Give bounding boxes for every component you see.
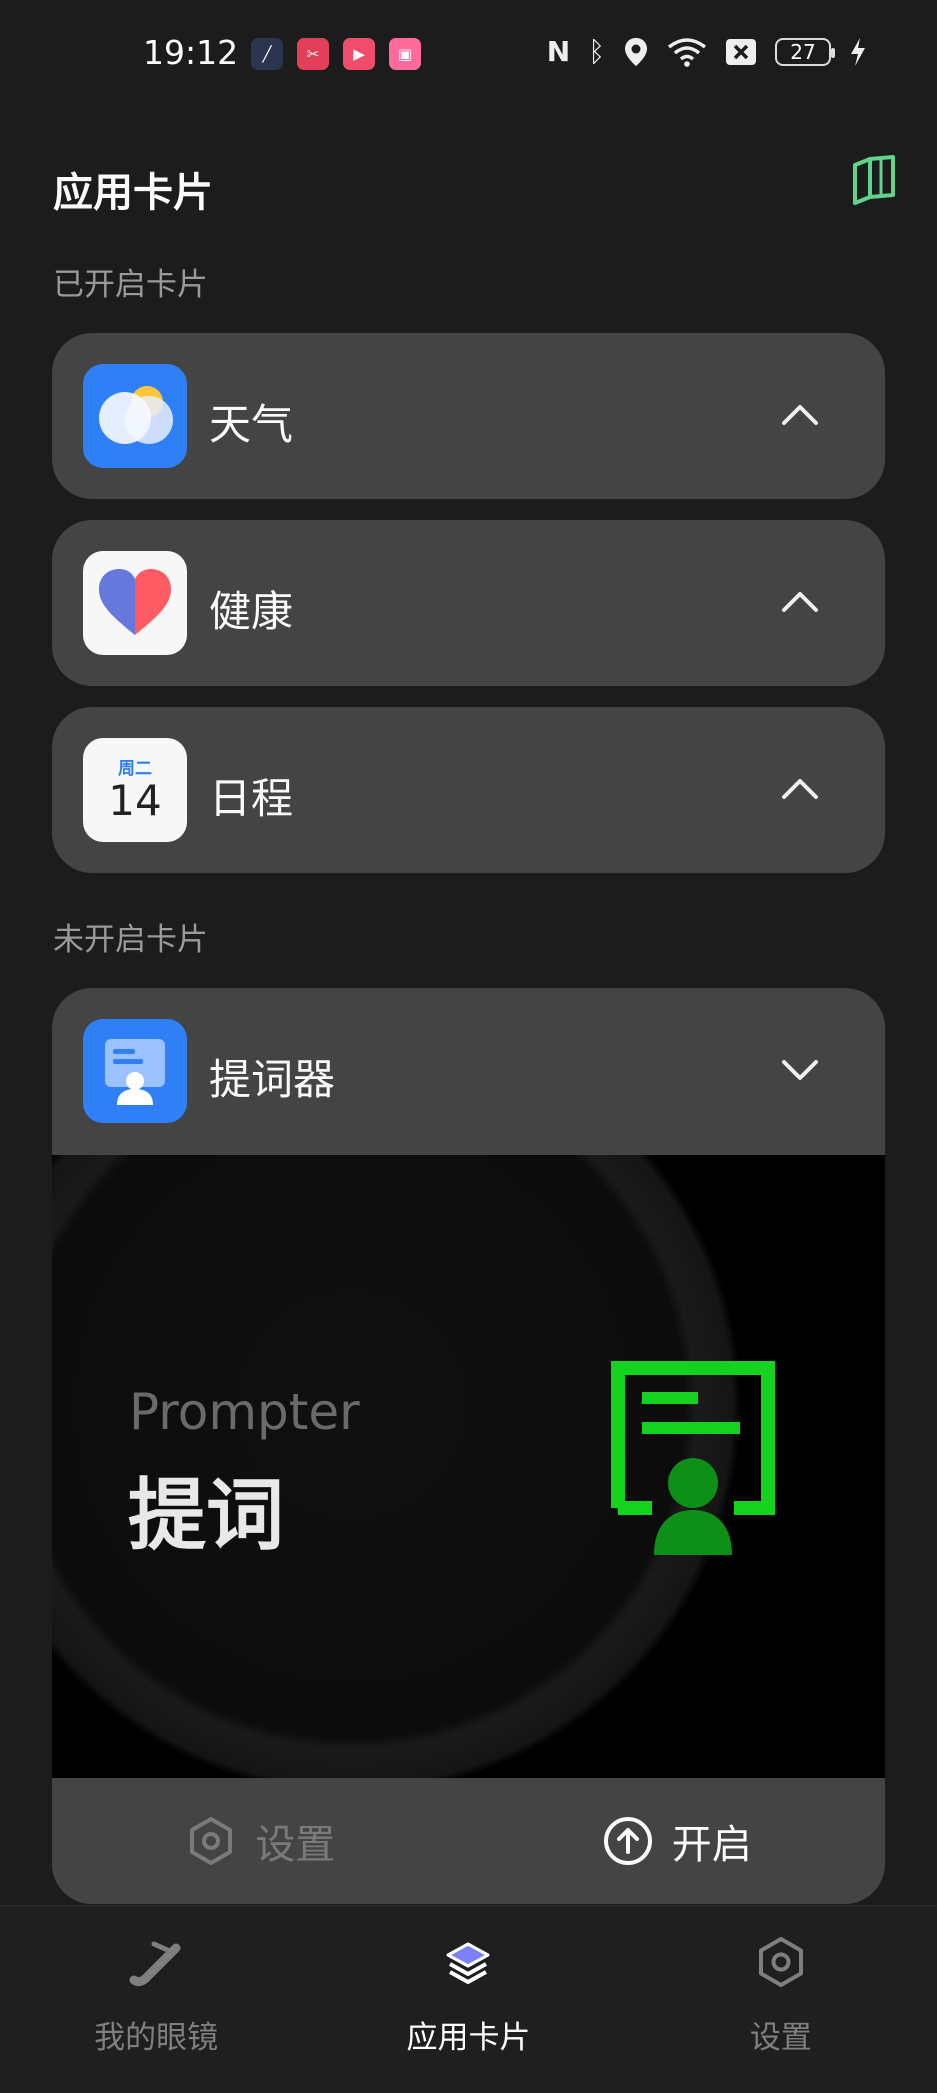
battery-icon: 27	[775, 38, 835, 66]
status-time: 19:12	[143, 33, 239, 72]
calendar-day: 14	[108, 776, 162, 825]
card-weather[interactable]: 天气	[52, 333, 885, 499]
chevron-down-icon[interactable]	[780, 1050, 820, 1090]
page-title: 应用卡片	[53, 170, 213, 216]
prompter-graphic-icon	[611, 1361, 775, 1555]
card-health[interactable]: 健康	[52, 520, 885, 686]
nfc-icon: N	[546, 35, 571, 68]
app-cards-icon	[446, 1942, 490, 1984]
card-prompter: 提词器 Prompter 提词 设置 开启	[52, 988, 885, 1904]
notification-icons: ╱ ✂ ▶ ▣	[251, 38, 421, 70]
upload-circle-icon	[603, 1817, 652, 1865]
card-settings-button[interactable]: 设置	[52, 1778, 469, 1904]
chevron-up-icon[interactable]	[780, 582, 820, 622]
glasses-app-notification-icon: ╱	[251, 38, 283, 70]
card-enable-label: 开启	[671, 1822, 752, 1868]
card-settings-label: 设置	[255, 1822, 336, 1868]
prompter-icon	[83, 1019, 187, 1123]
status-bar: 19:12 ╱ ✂ ▶ ▣ N ᛒ 27	[0, 0, 937, 108]
tab-my-glasses[interactable]: 我的眼镜	[0, 1906, 312, 2093]
card-prompter-header[interactable]: 提词器	[52, 988, 885, 1154]
sim-off-icon	[726, 39, 756, 65]
card-schedule[interactable]: 周二 14 日程	[52, 707, 885, 873]
card-label-prompter: 提词器	[209, 1055, 336, 1104]
health-heart-icon	[83, 551, 187, 655]
weather-icon	[83, 364, 187, 468]
location-icon	[625, 38, 647, 66]
tab-app-cards[interactable]: 应用卡片	[312, 1906, 624, 2093]
scissor-app-notification-icon: ✂	[297, 38, 329, 70]
bottom-nav: 我的眼镜 应用卡片 设置	[0, 1905, 937, 2093]
settings-hex-icon	[758, 1937, 803, 1987]
preview-title-cn: 提词	[128, 1471, 285, 1561]
card-enable-button[interactable]: 开启	[469, 1778, 886, 1904]
bluetooth-icon: ᛒ	[588, 35, 605, 68]
glasses-icon	[129, 1941, 181, 1987]
status-indicators: N ᛒ 27	[547, 36, 867, 68]
charging-icon	[851, 38, 865, 66]
enabled-section-label: 已开启卡片	[53, 267, 208, 303]
bilibili-notification-icon: ▣	[389, 38, 421, 70]
card-label-weather: 天气	[209, 400, 294, 449]
card-label-schedule: 日程	[209, 774, 294, 823]
nav-label-settings: 设置	[749, 2020, 812, 2056]
chevron-up-icon[interactable]	[780, 395, 820, 435]
prompter-preview: Prompter 提词	[52, 1155, 885, 1778]
disabled-section-label: 未开启卡片	[53, 922, 208, 958]
wifi-icon	[667, 38, 707, 67]
chevron-up-icon[interactable]	[780, 769, 820, 809]
play-app-notification-icon: ▶	[343, 38, 375, 70]
preview-title-en: Prompter	[129, 1383, 360, 1441]
tab-settings[interactable]: 设置	[625, 1906, 937, 2093]
nav-label-app-cards: 应用卡片	[406, 2020, 531, 2056]
battery-level: 27	[790, 40, 816, 64]
card-actions: 设置 开启	[52, 1778, 885, 1904]
card-label-health: 健康	[209, 587, 294, 636]
nav-label-my-glasses: 我的眼镜	[94, 2020, 219, 2056]
book-open-icon[interactable]	[852, 155, 896, 205]
settings-hex-icon	[190, 1817, 233, 1865]
calendar-icon: 周二 14	[83, 738, 187, 842]
